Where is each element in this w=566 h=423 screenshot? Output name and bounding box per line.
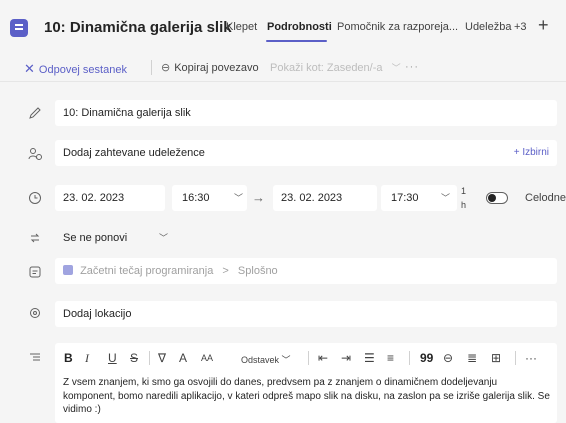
increase-indent-icon[interactable]: ⇥ [341, 351, 351, 365]
description-text[interactable]: Z vsem znanjem, ki smo ga osvojili do da… [63, 376, 551, 417]
quote-icon[interactable]: 99 [420, 351, 433, 365]
close-icon: ✕ [24, 61, 35, 76]
underline-icon[interactable]: U [108, 351, 117, 365]
recurrence-dropdown[interactable]: Se ne ponovi ﹀ [55, 225, 175, 251]
add-people-icon [28, 147, 42, 161]
description-editor[interactable]: B I U S ∇ A AA Odstavek ﹀ ⇤ ⇥ ☰ ≡ 99 ⊖ ≣… [55, 343, 557, 423]
bullet-list-icon[interactable]: ☰ [364, 351, 375, 365]
format-divider [149, 351, 150, 365]
duration-value: 1 [461, 186, 467, 196]
chevron-down-icon: ﹀ [391, 63, 401, 73]
decrease-indent-icon[interactable]: ⇤ [318, 351, 328, 365]
meeting-title: 10: Dinamična galerija slik [44, 19, 232, 36]
end-time-picker[interactable]: 17:30 ﹀ [381, 185, 457, 211]
calendar-app-icon [10, 19, 28, 37]
end-date-picker[interactable]: 23. 02. 2023 [273, 185, 377, 211]
link-icon[interactable]: ⊖ [443, 351, 453, 365]
chevron-down-icon: ﹀ [159, 233, 169, 243]
all-day-toggle[interactable] [486, 192, 508, 204]
bold-icon[interactable]: B [64, 351, 73, 365]
meeting-toolbar: ✕ Odpovej sestanek ⊖ Kopiraj povezavo Poka… [0, 52, 566, 82]
channel-icon [28, 265, 42, 279]
team-avatar-icon [63, 265, 73, 275]
start-time-picker[interactable]: 16:30 ﹀ [172, 185, 247, 211]
optional-attendees-link[interactable]: + Izbirni [514, 140, 549, 166]
channel-team-name: Začetni tečaj programiranja [80, 265, 214, 277]
add-tab-plus-icon[interactable]: + [538, 16, 549, 34]
tab-scheduling-assistant[interactable]: Pomočnik za razporeja... [337, 21, 458, 33]
channel-picker[interactable]: Začetni tečaj programiranja > Splošno [55, 258, 557, 284]
repeat-icon [28, 231, 42, 245]
meeting-header: 10: Dinamična galerija slik Klepet Podro… [0, 0, 566, 46]
tab-chat[interactable]: Klepet [226, 21, 257, 33]
start-time-value: 16:30 [182, 192, 210, 204]
chevron-down-icon: ﹀ [234, 193, 244, 203]
toolbar-divider [151, 60, 152, 75]
link-icon: ⊖ [161, 62, 171, 74]
horizontal-rule-icon[interactable]: ≣ [467, 351, 477, 365]
recurrence-value: Se ne ponovi [63, 232, 128, 244]
table-icon[interactable]: ⊞ [491, 351, 501, 365]
font-color-icon[interactable]: A [179, 351, 187, 365]
meeting-title-input[interactable]: 10: Dinamična galerija slik [55, 100, 557, 126]
end-time-value: 17:30 [391, 192, 419, 204]
highlight-icon[interactable]: ∇ [158, 351, 166, 365]
attendees-placeholder: Dodaj zahtevane udeležence [63, 147, 205, 159]
channel-separator: > [222, 265, 229, 277]
more-options-icon[interactable]: ··· [405, 61, 419, 73]
more-format-icon[interactable]: ··· [525, 351, 537, 365]
location-input[interactable]: Dodaj lokacijo [55, 301, 557, 327]
active-tab-indicator [266, 40, 327, 42]
paragraph-style-dropdown[interactable]: Odstavek ﹀ [241, 353, 291, 367]
font-size-icon[interactable]: AA [201, 351, 213, 365]
tab-attendance[interactable]: Udeležba [465, 21, 511, 33]
copy-link-label: Kopiraj povezavo [174, 62, 259, 74]
format-divider [409, 351, 410, 365]
cancel-meeting-button[interactable]: ✕ Odpovej sestanek [24, 61, 127, 77]
cancel-meeting-label: Odpovej sestanek [38, 64, 127, 76]
show-as-label: Pokaži kot: Zaseden/-a [270, 62, 383, 74]
attendees-input[interactable]: Dodaj zahtevane udeležence + Izbirni [55, 140, 557, 166]
show-as-dropdown[interactable]: Pokaži kot: Zaseden/-a ﹀ [270, 61, 401, 74]
copy-link-button[interactable]: ⊖ Kopiraj povezavo [161, 61, 259, 74]
format-divider [308, 351, 309, 365]
pencil-icon [28, 106, 42, 120]
location-pin-icon [28, 307, 42, 321]
channel-name: Splošno [237, 265, 278, 277]
italic-icon[interactable]: I [85, 351, 89, 365]
format-divider [515, 351, 516, 365]
duration-label: 1 h [461, 184, 466, 212]
duration-unit: h [461, 200, 467, 210]
tab-more-count[interactable]: +3 [514, 21, 527, 33]
clock-icon [28, 191, 42, 205]
text-description-icon [28, 350, 42, 364]
start-date-picker[interactable]: 23. 02. 2023 [55, 185, 165, 211]
arrow-right-icon: → [252, 190, 265, 205]
strikethrough-icon[interactable]: S [130, 351, 138, 365]
tab-details[interactable]: Podrobnosti [267, 21, 332, 33]
all-day-label: Celodnevno [525, 192, 566, 204]
chevron-down-icon: ﹀ [441, 193, 451, 203]
numbered-list-icon[interactable]: ≡ [387, 351, 394, 365]
paragraph-style-label: Odstavek [241, 355, 280, 365]
